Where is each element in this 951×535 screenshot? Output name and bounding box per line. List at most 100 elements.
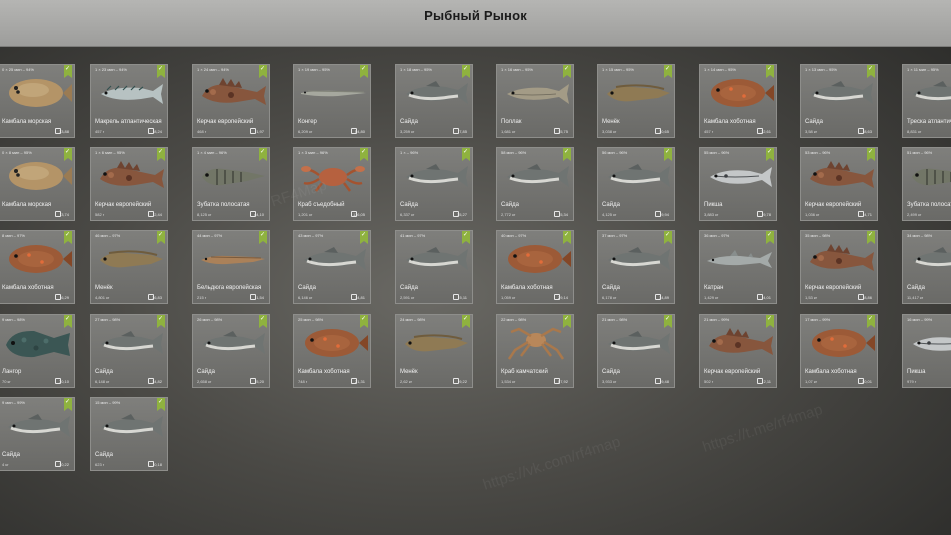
catch-time-freshness: 25 мин – 98%	[298, 317, 324, 322]
fish-card[interactable]: 21 мин – 99% ✓ Керчак европейский 502 г 2,11	[699, 314, 777, 388]
fish-name: Сайда	[400, 202, 418, 208]
fish-weight: 6,146 кг	[298, 295, 313, 300]
fish-card[interactable]: 1 × 11 мин – 95%✓Треска атлантическая8,8…	[902, 64, 951, 138]
fish-card[interactable]: 17 мин – 99% ✓ Камбала хоботная 1,07 кг 30,0…	[800, 314, 878, 388]
fish-card[interactable]: 37 мин – 97% ✓ Сайда 6,178 кг 14,89	[597, 230, 675, 304]
fish-name: Пикша	[907, 369, 926, 375]
fish-card[interactable]: 1 × 4 мин – 96% ✓ Зубатка полосатая 8,125 к…	[192, 147, 270, 221]
fish-price: 9,78	[763, 212, 771, 217]
bookmark-flag-icon: ✓	[867, 65, 875, 78]
fish-card[interactable]: 35 мин – 98% ✓ Керчак европейский 1,53 кг 8,…	[800, 230, 878, 304]
fish-card[interactable]: 1 × 23 мин – 94% ✓ Макрель атлантическая 45…	[90, 64, 168, 138]
fish-name: Лангор	[2, 369, 22, 375]
fish-card[interactable]: 1 × 19 мин – 95% ✓ Конгер 6,209 кг 54,80	[293, 64, 371, 138]
fish-card[interactable]: 34 мин – 98%✓Сайда11,417 кг	[902, 230, 951, 304]
bookmark-flag-icon: ✓	[259, 315, 267, 328]
bookmark-flag-icon: ✓	[766, 65, 774, 78]
bookmark-flag-icon: ✓	[259, 65, 267, 78]
fish-card[interactable]: 41 мин – 97% ✓ Сайда 2,591 кг 5,11	[395, 230, 473, 304]
fish-card[interactable]: 16 мин – 99%✓Пикша979 г	[902, 314, 951, 388]
fish-weight: 468 г	[197, 129, 207, 134]
fish-weight: 4,801 кг	[95, 295, 110, 300]
fish-price: 7,85	[459, 129, 467, 134]
fish-name: Сайда	[95, 369, 113, 375]
bookmark-flag-icon: ✓	[563, 315, 571, 328]
fish-weight: 3,933 кг	[602, 379, 617, 384]
fish-card[interactable]: 0 × 25 мин – 94% ✓ Камбала морская 13,88	[0, 64, 75, 138]
fish-card[interactable]: 1 × 15 мин – 95% ✓ Менёк 3,038 кг 10,65	[597, 64, 675, 138]
fish-price: 15,75	[557, 129, 568, 134]
fish-weight: 6,337 кг	[400, 212, 415, 217]
fish-card[interactable]: 0 × 8 мин – 95% ✓ Камбала морская 3,74	[0, 147, 75, 221]
fish-image	[805, 242, 875, 276]
fish-weight: 623 г	[95, 462, 105, 467]
fish-card[interactable]: 22 мин – 98% ✓ Краб камчатский 1,534 кг 57,9…	[496, 314, 574, 388]
fish-card[interactable]: 43 мин – 97% ✓ Сайда 6,146 кг 14,81	[293, 230, 371, 304]
fish-card[interactable]: 1 × – 96% ✓ Сайда 6,337 кг 15,27	[395, 147, 473, 221]
fish-card[interactable]: 1 × 18 мин – 95% ✓ Сайда 3,259 кг 7,85	[395, 64, 473, 138]
fish-name: Сайда	[197, 369, 215, 375]
bookmark-flag-icon: ✓	[664, 231, 672, 244]
fish-name: Зубатка полосатая	[907, 202, 951, 208]
fish-card[interactable]: 58 мин – 96% ✓ Сайда 2,772 кг 5,34	[496, 147, 574, 221]
fish-price: 29,14	[557, 295, 568, 300]
fish-card[interactable]: 26 мин – 98% ✓ Сайда 2,658 кг 5,20	[192, 314, 270, 388]
fish-card[interactable]: 1 × 6 мин – 95% ✓ Керчак европейский 582 г 2…	[90, 147, 168, 221]
fish-price: 8,86	[864, 295, 872, 300]
fish-price: 12,61	[760, 129, 771, 134]
fish-card[interactable]: 25 мин – 98% ✓ Камбала хоботная 748 г 21,31	[293, 314, 371, 388]
fish-name: Сайда	[602, 285, 620, 291]
fish-image	[197, 242, 267, 276]
bookmark-flag-icon: ✓	[462, 65, 470, 78]
fish-card[interactable]: 36 мин – 97% ✓ Катран 1,429 кг 4,01	[699, 230, 777, 304]
fish-image	[400, 242, 470, 276]
fish-price: 1,54	[256, 295, 264, 300]
fish-price: 14,81	[354, 295, 365, 300]
catch-time-freshness: 9 мин – 99%	[2, 400, 25, 405]
fish-weight: 748 г	[298, 379, 308, 384]
fish-image	[95, 242, 165, 276]
fish-price: 10,65	[658, 129, 669, 134]
fish-name: Зубатка полосатая	[197, 202, 250, 208]
fish-name: Сайда	[805, 119, 823, 125]
fish-card[interactable]: 1 × 16 мин – 95% ✓ Поллак 1,681 кг 15,75	[496, 64, 574, 138]
coin-icon	[453, 294, 459, 300]
fish-card[interactable]: 1 × 24 мин – 94% ✓ Керчак европейский 468 г…	[192, 64, 270, 138]
catch-time-freshness: 37 мин – 97%	[602, 233, 628, 238]
fish-card[interactable]: 24 мин – 98% ✓ Менёк 2,62 кг 9,22	[395, 314, 473, 388]
fish-card[interactable]: 27 мин – 98% ✓ Сайда 6,148 кг 14,82	[90, 314, 168, 388]
fish-card[interactable]: 15 мин – 99% ✓ Сайда 623 г 0,18	[90, 397, 168, 471]
fish-image	[400, 76, 470, 110]
fish-card[interactable]: 56 мин – 96% ✓ Сайда 4,125 кг 9,94	[597, 147, 675, 221]
fish-card[interactable]: 1 × 13 мин – 95% ✓ Сайда 3,58 кг 8,63	[800, 64, 878, 138]
fish-card[interactable]: 51 мин – 96%✓Зубатка полосатая2,499 кг	[902, 147, 951, 221]
fish-image	[95, 159, 165, 193]
fish-card[interactable]: 9 мин – 98% ✓ Лангор 70 кг 70,10	[0, 314, 75, 388]
coin-icon	[757, 211, 763, 217]
fish-card[interactable]: 53 мин – 96% ✓ Керчак европейский 1,036 кг 4…	[800, 147, 878, 221]
fish-card[interactable]: 8 мин – 97% ✓ Камбала хоботная 6,29	[0, 230, 75, 304]
catch-time-freshness: 24 мин – 98%	[400, 317, 426, 322]
fish-card[interactable]: 9 мин – 99% ✓ Сайда 4 кг 10,22	[0, 397, 75, 471]
fish-card[interactable]: 46 мин – 97% ✓ Менёк 4,801 кг 16,83	[90, 230, 168, 304]
fish-image	[197, 76, 267, 110]
bookmark-flag-icon: ✓	[462, 148, 470, 161]
fish-weight: 457 г	[95, 129, 105, 134]
fish-card[interactable]: 40 мин – 97% ✓ Камбала хоботная 1,059 кг 29,…	[496, 230, 574, 304]
fish-card[interactable]: 55 мин – 96% ✓ Пикша 3,883 кг 9,78	[699, 147, 777, 221]
coin-icon	[250, 128, 256, 134]
fish-name: Краб камчатский	[501, 369, 548, 375]
fish-name: Поллак	[501, 119, 522, 125]
catch-time-freshness: 1 × 15 мин – 95%	[602, 67, 634, 72]
fish-weight: 2,772 кг	[501, 212, 516, 217]
fish-image	[197, 159, 267, 193]
bookmark-flag-icon: ✓	[867, 231, 875, 244]
fish-card[interactable]: 1 × 14 мин – 95% ✓ Камбала хоботная 457 г 12…	[699, 64, 777, 138]
fish-image	[501, 326, 571, 360]
fish-image	[805, 326, 875, 360]
fish-image	[501, 242, 571, 276]
fish-card[interactable]: 44 мин – 97% ✓ Бельдюга европейская 215 г 1,…	[192, 230, 270, 304]
fish-image	[501, 159, 571, 193]
fish-card[interactable]: 21 мин – 98% ✓ Сайда 3,933 кг 9,48	[597, 314, 675, 388]
fish-weight: 3,038 кг	[602, 129, 617, 134]
